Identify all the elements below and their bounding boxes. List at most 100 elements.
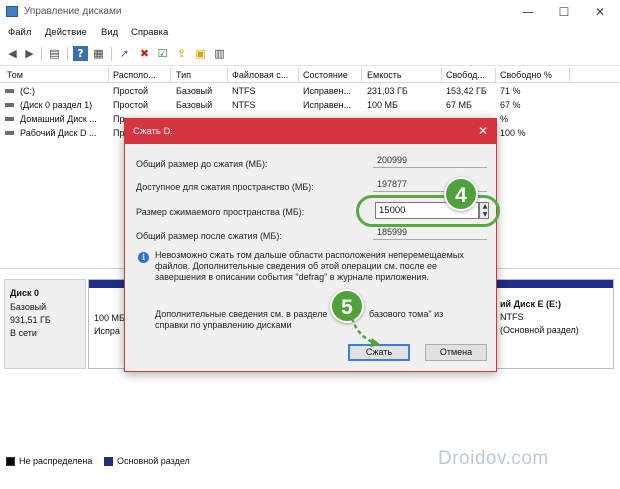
value-total-before: 200999 [373,153,487,168]
highlight-ring [356,195,500,227]
help-text-line-2: справки по управлению дисками [155,320,292,330]
import-icon[interactable]: ⇪ [174,46,189,61]
column-header-capacity[interactable]: Емкость [367,70,437,80]
menu-file[interactable]: Файл [8,27,31,38]
cell-volume: (C:) [20,86,35,96]
check-icon[interactable]: ☑ [155,46,170,61]
dialog-close-icon[interactable]: ✕ [478,124,488,138]
arrow-icon [350,317,381,347]
info-text-line-2: файлов. Дополнительные сведения об этой … [155,261,437,271]
disk-type: Базовый [10,302,47,312]
value-total-after: 185999 [373,225,487,240]
partition-filesystem: NTFS [500,312,524,322]
volume-list-header: Том Располо... Тип Файловая с... Состоян… [0,68,620,83]
disk-status: В сети [10,328,37,338]
legend-swatch-unallocated [6,457,15,466]
cell-capacity: 231,03 ГБ [367,86,408,96]
menu-bar: Файл Действие Вид Справка [0,24,620,42]
forward-icon[interactable]: ▶ [22,46,37,61]
dialog-title: Сжать D: [133,126,173,137]
volume-icon [5,89,14,93]
cell-status: Исправен... [303,86,352,96]
column-header-volume[interactable]: Том [7,70,107,80]
column-header-layout[interactable]: Располо... [113,70,169,80]
connect-icon[interactable]: ➚ [117,46,132,61]
cell-filesystem: NTFS [232,100,256,110]
cell-percent-free: 100 % [500,128,526,138]
menu-help[interactable]: Справка [131,27,168,38]
legend-unallocated: Не распределена [19,456,93,466]
cell-capacity: 100 МБ [367,100,398,110]
window-title: Управление дисками [24,6,122,17]
watermark: Droidov.com [438,448,549,469]
help-icon[interactable]: ? [73,46,88,61]
column-divider[interactable] [441,68,442,83]
cell-percent-free: 71 % [500,86,521,96]
column-divider[interactable] [495,68,496,83]
column-divider[interactable] [170,68,171,83]
cell-percent-free: % [500,114,509,124]
menu-view[interactable]: Вид [101,27,118,38]
column-divider[interactable] [361,68,362,83]
column-header-free-space[interactable]: Свобод... [446,70,496,80]
cell-type: Базовый [176,86,213,96]
list-icon[interactable]: ▦ [91,46,106,61]
dialog-title-bar: Сжать D: ✕ [125,119,496,144]
cancel-button[interactable]: Отмена [425,344,487,361]
column-divider[interactable] [227,68,228,83]
minimize-button[interactable]: — [520,4,536,20]
cell-volume: (Диск 0 раздел 1) [20,100,93,110]
title-bar: Управление дисками — ☐ ✕ [0,0,620,24]
column-header-percent-free[interactable]: Свободно % [500,70,568,80]
cell-type: Базовый [176,100,213,110]
toolbar: ◀ ▶ ▤ ? ▦ ➚ ✖ ☑ ⇪ ▣ ▥ [0,42,620,66]
partition-bar [89,280,125,288]
partition-system[interactable]: 100 МБ Испра [88,279,126,369]
column-header-type[interactable]: Тип [176,70,226,80]
help-text-line-1a: Дополнительные сведения см. в разделе [155,309,328,319]
maximize-button[interactable]: ☐ [556,4,572,20]
table-row[interactable]: (C:) Простой Базовый NTFS Исправен... 23… [0,85,620,98]
volume-icon [5,117,14,121]
column-divider[interactable] [569,68,570,83]
cell-filesystem: NTFS [232,86,256,96]
close-window-button[interactable]: ✕ [592,4,608,20]
column-divider[interactable] [298,68,299,83]
legend-primary: Основной раздел [117,456,190,466]
table-row[interactable]: (Диск 0 раздел 1) Простой Базовый NTFS И… [0,99,620,112]
info-text-line-3: завершения в описании события "defrag" в… [155,272,429,282]
volume-icon [5,103,14,107]
partition-size: 100 МБ [94,313,125,323]
back-icon[interactable]: ◀ [5,46,20,61]
toolbar-separator [41,47,42,61]
partition-status: Испра [94,326,120,336]
label-total-before: Общий размер до сжатия (МБ): [136,159,268,169]
cell-percent-free: 67 % [500,100,521,110]
partition-e[interactable]: ий Диск E (E:) NTFS (Основной раздел) [496,279,614,369]
cell-volume: Домашний Диск ... [20,114,97,124]
partition-status: (Основной раздел) [500,325,579,335]
label-available: Доступное для сжатия пространство (МБ): [136,182,314,192]
partition-bar [497,280,613,288]
label-shrink-size: Размер сжимаемого пространства (МБ): [136,207,305,217]
delete-icon[interactable]: ✖ [137,46,152,61]
view-icon[interactable]: ▥ [212,46,227,61]
toolbar-separator [111,47,112,61]
folder-icon[interactable]: ▣ [193,46,208,61]
legend-swatch-primary [104,457,113,466]
label-total-after: Общий размер после сжатия (МБ): [136,231,282,241]
disk-name: Диск 0 [10,288,39,298]
cell-volume: Рабочий Диск D ... [20,128,97,138]
info-text-line-1: Невозможно сжать том дальше области расп… [155,250,464,260]
cell-layout: Простой [113,100,149,110]
disk-0-label[interactable]: Диск 0 Базовый 931,51 ГБ В сети [4,279,86,369]
cell-status: Исправен... [303,100,352,110]
column-header-filesystem[interactable]: Файловая с... [232,70,297,80]
toolbar-separator [67,47,68,61]
column-header-status[interactable]: Состояние [303,70,359,80]
shrink-dialog: Сжать D: ✕ Общий размер до сжатия (МБ): … [124,118,497,372]
step-4-badge: 4 [444,177,478,211]
properties-icon[interactable]: ▤ [47,46,62,61]
menu-action[interactable]: Действие [45,27,87,38]
column-divider[interactable] [108,68,109,83]
